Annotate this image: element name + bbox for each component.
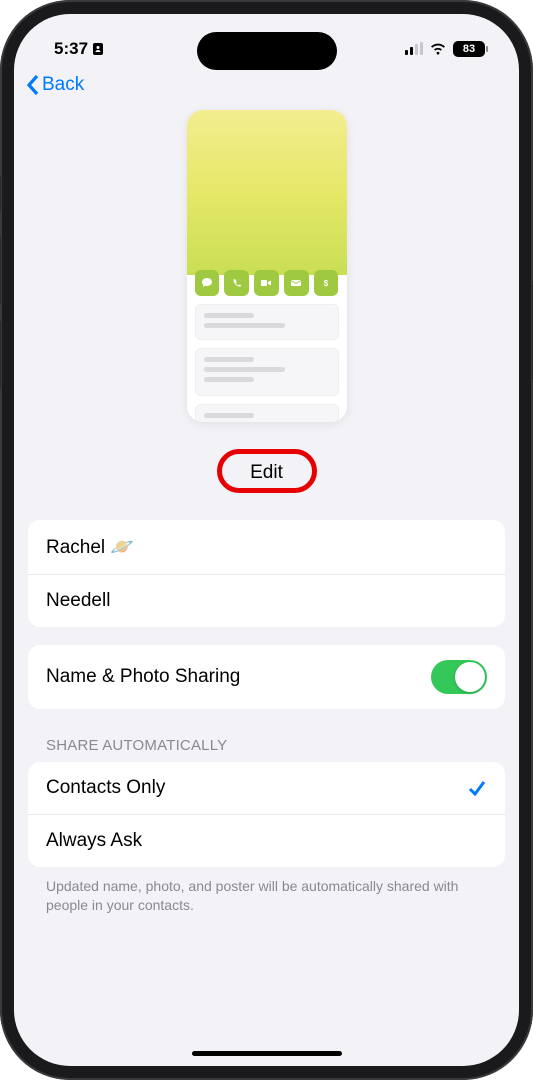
screen: 5:37 83 Back bbox=[14, 14, 519, 1066]
name-photo-sharing-row: Name & Photo Sharing bbox=[28, 645, 505, 709]
checkmark-icon bbox=[467, 778, 487, 798]
share-auto-header: SHARE AUTOMATICALLY bbox=[28, 709, 505, 762]
skeleton-card bbox=[195, 348, 339, 396]
home-indicator[interactable] bbox=[192, 1051, 342, 1056]
nav-bar: Back bbox=[14, 68, 519, 106]
chevron-left-icon bbox=[26, 74, 40, 96]
share-option-contacts-only[interactable]: Contacts Only bbox=[28, 762, 505, 815]
battery-icon: 83 bbox=[453, 41, 485, 57]
sharing-group: Name & Photo Sharing bbox=[28, 645, 505, 709]
phone-icon bbox=[224, 270, 249, 296]
back-button[interactable]: Back bbox=[26, 74, 507, 96]
cellular-icon bbox=[405, 43, 423, 55]
volume-up bbox=[0, 235, 1, 305]
contact-poster-preview[interactable]: $ bbox=[187, 110, 347, 422]
name-group: Rachel 🪐 Needell bbox=[28, 520, 505, 627]
last-name-field[interactable]: Needell bbox=[28, 575, 505, 627]
first-name-field[interactable]: Rachel 🪐 bbox=[28, 520, 505, 575]
svg-text:$: $ bbox=[324, 279, 329, 288]
video-icon bbox=[254, 270, 279, 296]
mute-switch bbox=[0, 175, 1, 213]
contact-card-icon bbox=[92, 42, 104, 56]
volume-down bbox=[0, 320, 1, 390]
poster-preview-area: $ Edit bbox=[14, 106, 519, 502]
message-icon bbox=[195, 270, 220, 296]
sharing-toggle[interactable] bbox=[431, 660, 487, 694]
share-auto-group: Contacts Only Always Ask bbox=[28, 762, 505, 867]
edit-button[interactable]: Edit bbox=[238, 456, 295, 490]
share-option-always-ask[interactable]: Always Ask bbox=[28, 815, 505, 867]
share-footer-text: Updated name, photo, and poster will be … bbox=[28, 867, 505, 925]
skeleton-card bbox=[195, 404, 339, 422]
skeleton-card bbox=[195, 304, 339, 340]
poster-gradient bbox=[187, 110, 347, 275]
mail-icon bbox=[284, 270, 309, 296]
wifi-icon bbox=[429, 42, 447, 56]
poster-action-row: $ bbox=[187, 270, 347, 304]
dynamic-island bbox=[197, 32, 337, 70]
phone-frame: 5:37 83 Back bbox=[0, 0, 533, 1080]
back-label: Back bbox=[42, 74, 84, 96]
status-time: 5:37 bbox=[54, 39, 88, 59]
pay-icon: $ bbox=[314, 270, 339, 296]
sharing-label: Name & Photo Sharing bbox=[46, 666, 240, 688]
